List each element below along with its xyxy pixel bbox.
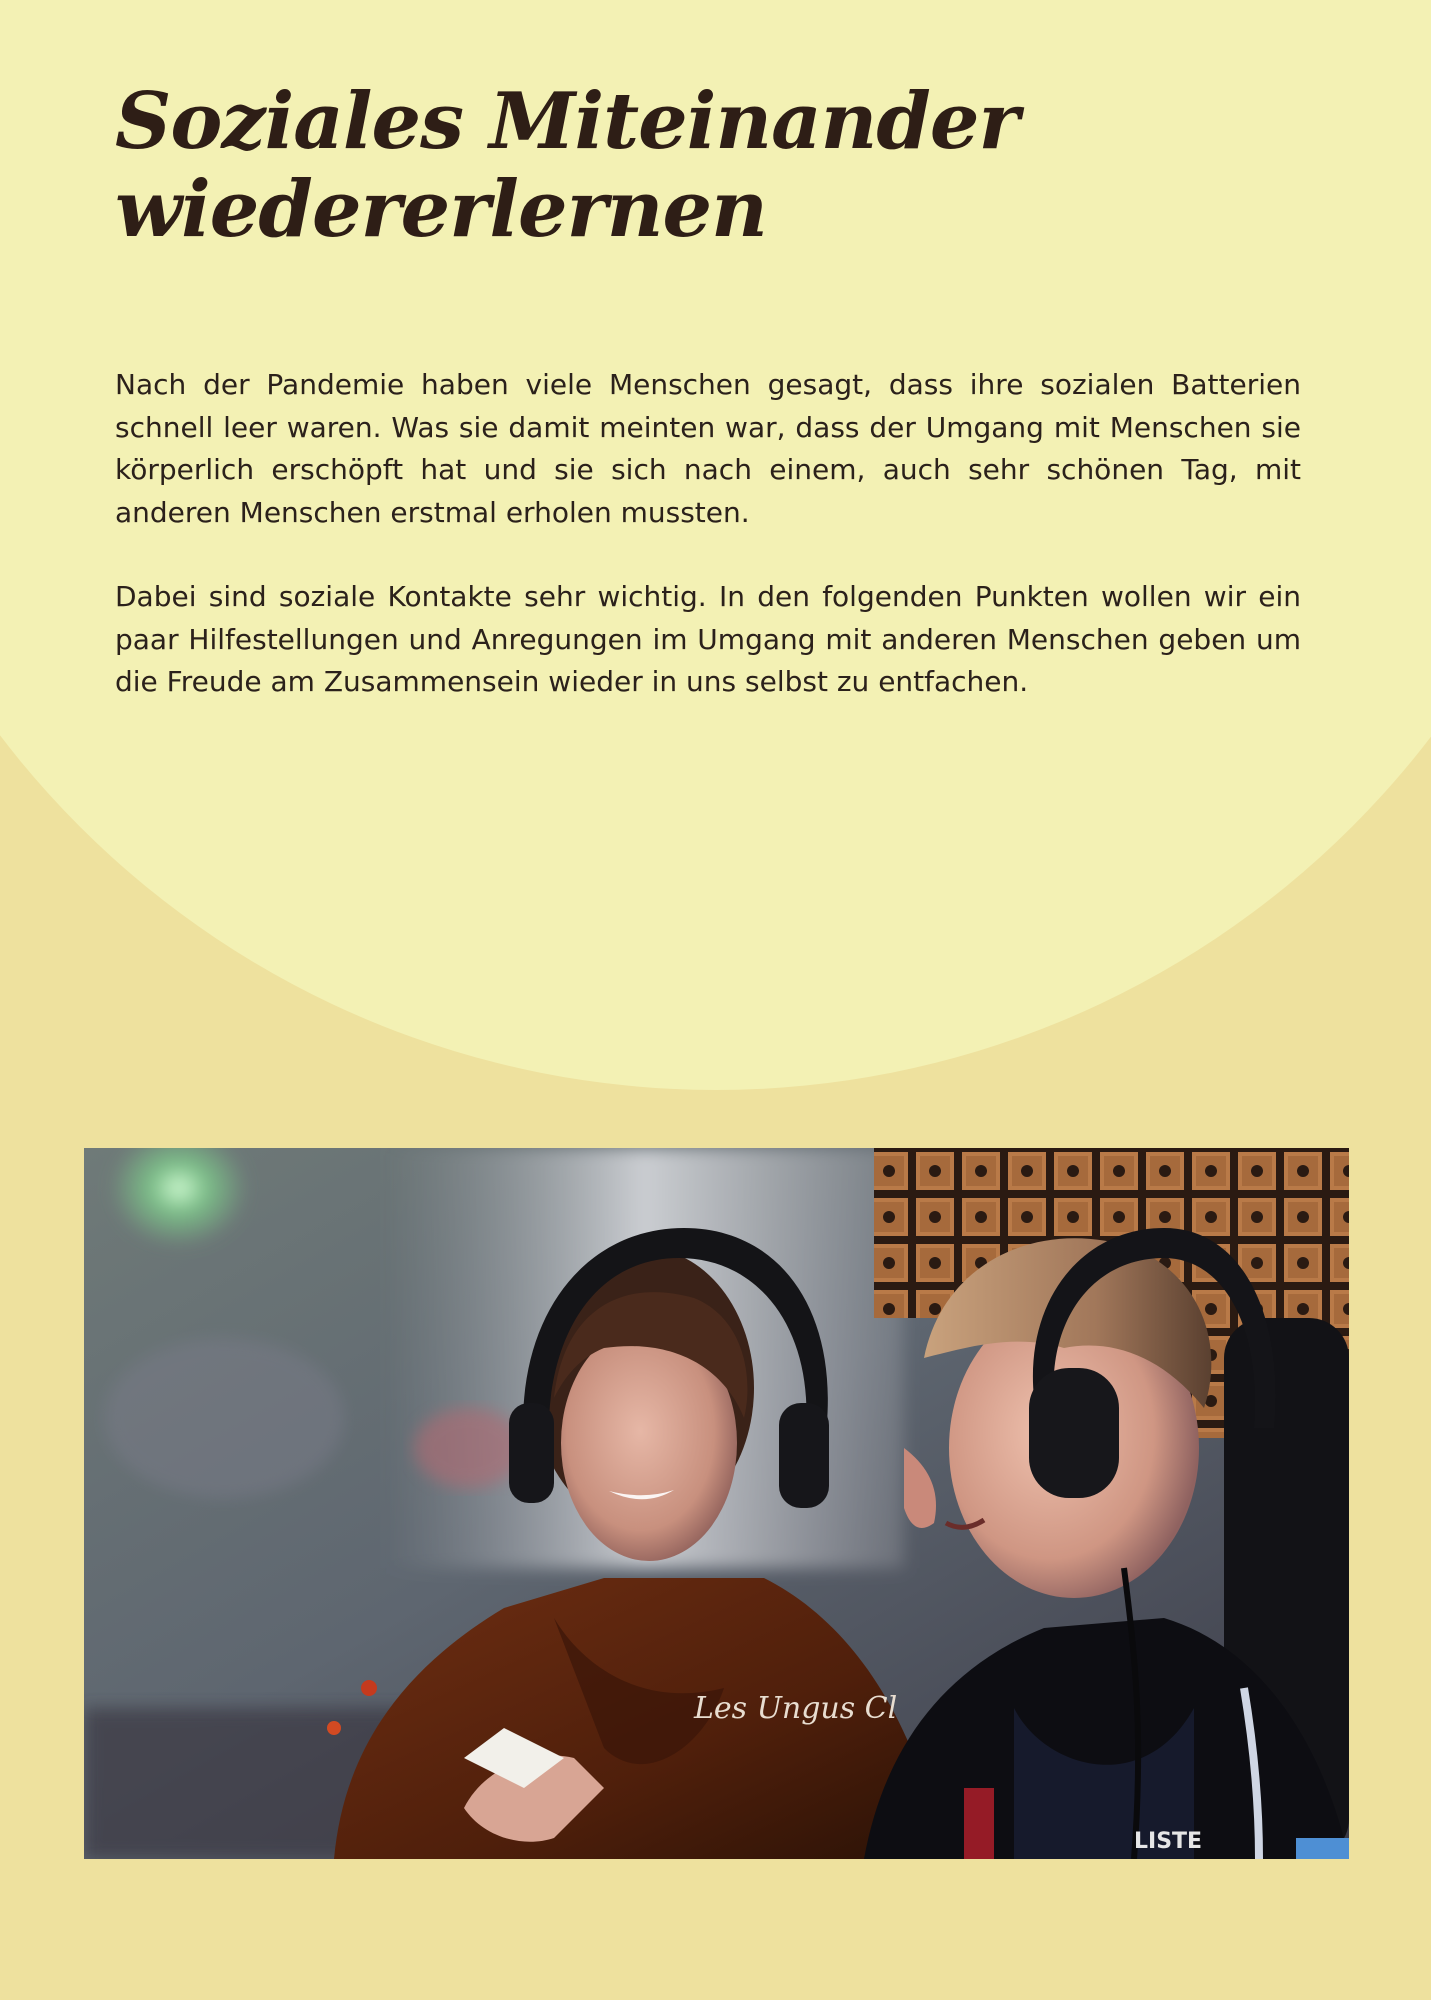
page-title: Soziales Miteinander wiedererlernen: [115, 78, 1315, 254]
photo-two-young-men-with-headsets: Les Ungus Cl LISTE: [84, 1148, 1349, 1859]
jacket-print: LISTE: [1134, 1829, 1202, 1854]
page: Soziales Miteinander wiedererlernen Nach…: [0, 0, 1431, 2000]
paragraph-2: Dabei sind soziale Kontakte sehr wichtig…: [115, 580, 1301, 698]
paragraph-1: Nach der Pandemie haben viele Menschen g…: [115, 368, 1301, 529]
body-text: Nach der Pandemie haben viele Menschen g…: [115, 364, 1301, 746]
title-line-2: wiedererlernen: [115, 164, 768, 255]
title-line-1: Soziales Miteinander: [115, 76, 1020, 167]
hoodie-print: Les Ungus Cl: [693, 1691, 897, 1726]
